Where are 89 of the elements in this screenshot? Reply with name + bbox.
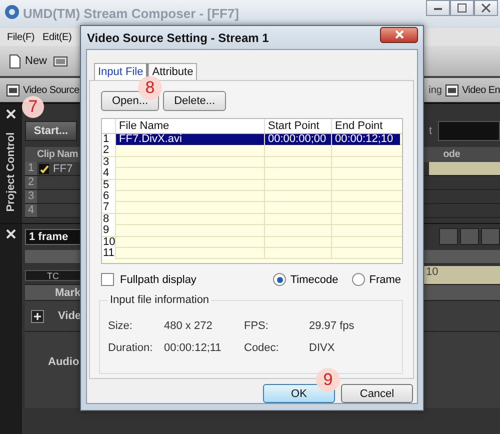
expand-button[interactable]	[31, 310, 44, 322]
row-number: 11	[102, 248, 115, 259]
table-row[interactable]: 6	[102, 190, 402, 202]
close-icon	[5, 108, 17, 120]
row-number: 4	[25, 204, 37, 217]
track-label: Vide	[58, 310, 82, 322]
tc-button[interactable]: TC	[25, 270, 81, 280]
track-label: Audio	[48, 356, 80, 368]
tab[interactable]: Attribute	[148, 63, 198, 80]
field-value: 480 x 272	[164, 320, 214, 332]
ok-button[interactable]: OK	[263, 384, 335, 403]
start-button[interactable]: Start...	[25, 121, 77, 141]
radio-label: Frame	[369, 274, 401, 286]
column-header: End Point	[331, 119, 400, 133]
field-value: 00:00:12;11	[164, 342, 222, 354]
column-header: Clip Nam	[37, 149, 78, 160]
video-encode-button[interactable]: Video En	[444, 84, 500, 96]
video-source-button[interactable]: Video Source	[6, 84, 80, 96]
minimize-button[interactable]	[426, 0, 450, 16]
close-button[interactable]	[474, 0, 498, 16]
row-number: 3	[25, 190, 37, 203]
field-value: DIVX	[309, 342, 336, 354]
new-button[interactable]: New	[8, 54, 48, 68]
maximize-button[interactable]	[450, 0, 474, 16]
menu-item[interactable]: File(F)	[7, 32, 34, 42]
plus-icon	[31, 310, 44, 322]
row-number: 5	[102, 180, 115, 191]
radio-button[interactable]	[352, 273, 366, 286]
toolbar-label: ing	[428, 84, 442, 96]
app-logo-icon	[4, 4, 20, 20]
close-icon	[5, 228, 17, 240]
checkbox-label: Fullpath display	[120, 274, 196, 286]
document-icon	[8, 54, 22, 68]
column-header: ode	[443, 149, 460, 160]
table-row[interactable]: 7	[102, 202, 402, 214]
dialog-title: Video Source Setting - Stream 1	[87, 30, 269, 44]
row-number: 2	[25, 176, 37, 189]
close-icon	[479, 2, 493, 14]
delete-button[interactable]: Delete...	[163, 91, 226, 111]
tab[interactable]: Input File	[94, 63, 148, 80]
scale-dropdown[interactable]: 1 frame	[25, 228, 81, 244]
panel-title: Project Control	[5, 132, 17, 212]
field-label: Codec:	[244, 342, 280, 354]
checkbox[interactable]	[39, 164, 49, 174]
cancel-button[interactable]: Cancel	[341, 384, 413, 403]
table-row[interactable]: 5	[102, 180, 402, 191]
row-number: 2	[102, 145, 115, 156]
table-row[interactable]: 1 FF7.DivX.avi 00:00:00;00 00:00:12;10	[102, 134, 402, 146]
radio-label: Timecode	[290, 274, 338, 286]
panel-icon	[444, 84, 459, 96]
input-field[interactable]	[438, 121, 500, 141]
row-number: 6	[102, 190, 115, 202]
row-number: 4	[102, 168, 115, 180]
table-cell: 00:00:00;00	[264, 134, 331, 145]
picture-frame-icon	[53, 54, 68, 68]
row-number: 1	[102, 134, 115, 145]
close-icon	[394, 29, 404, 40]
radio-button[interactable]	[273, 273, 286, 286]
field-value: 29.97 fps	[309, 320, 356, 332]
table-row[interactable]: 9	[102, 225, 402, 237]
open-button[interactable]	[53, 54, 68, 68]
table-row[interactable]: 8	[102, 214, 402, 226]
row-number: 9	[102, 225, 115, 236]
row-number: 7	[102, 202, 115, 214]
table-cell: 00:00:12;10	[331, 134, 400, 145]
clip-name: FF7	[53, 162, 73, 174]
table-row[interactable]: 11	[102, 248, 402, 260]
row-number: 8	[102, 214, 115, 225]
maximize-icon	[455, 2, 469, 14]
table-row[interactable]: 3	[102, 156, 402, 168]
menu-item[interactable]: Edit(E)	[42, 32, 72, 42]
table-cell: FF7.DivX.avi	[115, 134, 264, 145]
row-number: 10	[102, 236, 115, 248]
table-row[interactable]: 10	[102, 236, 402, 248]
field-label: Duration:	[108, 342, 154, 354]
field-label: FPS:	[244, 320, 270, 332]
field-label: t	[428, 125, 432, 137]
column-header: File Name	[115, 119, 264, 133]
table-row[interactable]: 4	[102, 168, 402, 180]
panel-icon	[6, 84, 20, 96]
close-button[interactable]	[380, 26, 418, 42]
row-number: 1	[25, 162, 37, 175]
checkbox[interactable]	[101, 273, 114, 286]
table-row[interactable]: 2	[102, 145, 402, 157]
row-number: 3	[102, 156, 115, 168]
column-header: Start Point	[264, 119, 331, 133]
window-title: UMD(TM) Stream Composer - [FF7]	[23, 6, 239, 21]
field-label: Size:	[108, 320, 134, 332]
timeline-ruler: 10	[424, 266, 500, 284]
